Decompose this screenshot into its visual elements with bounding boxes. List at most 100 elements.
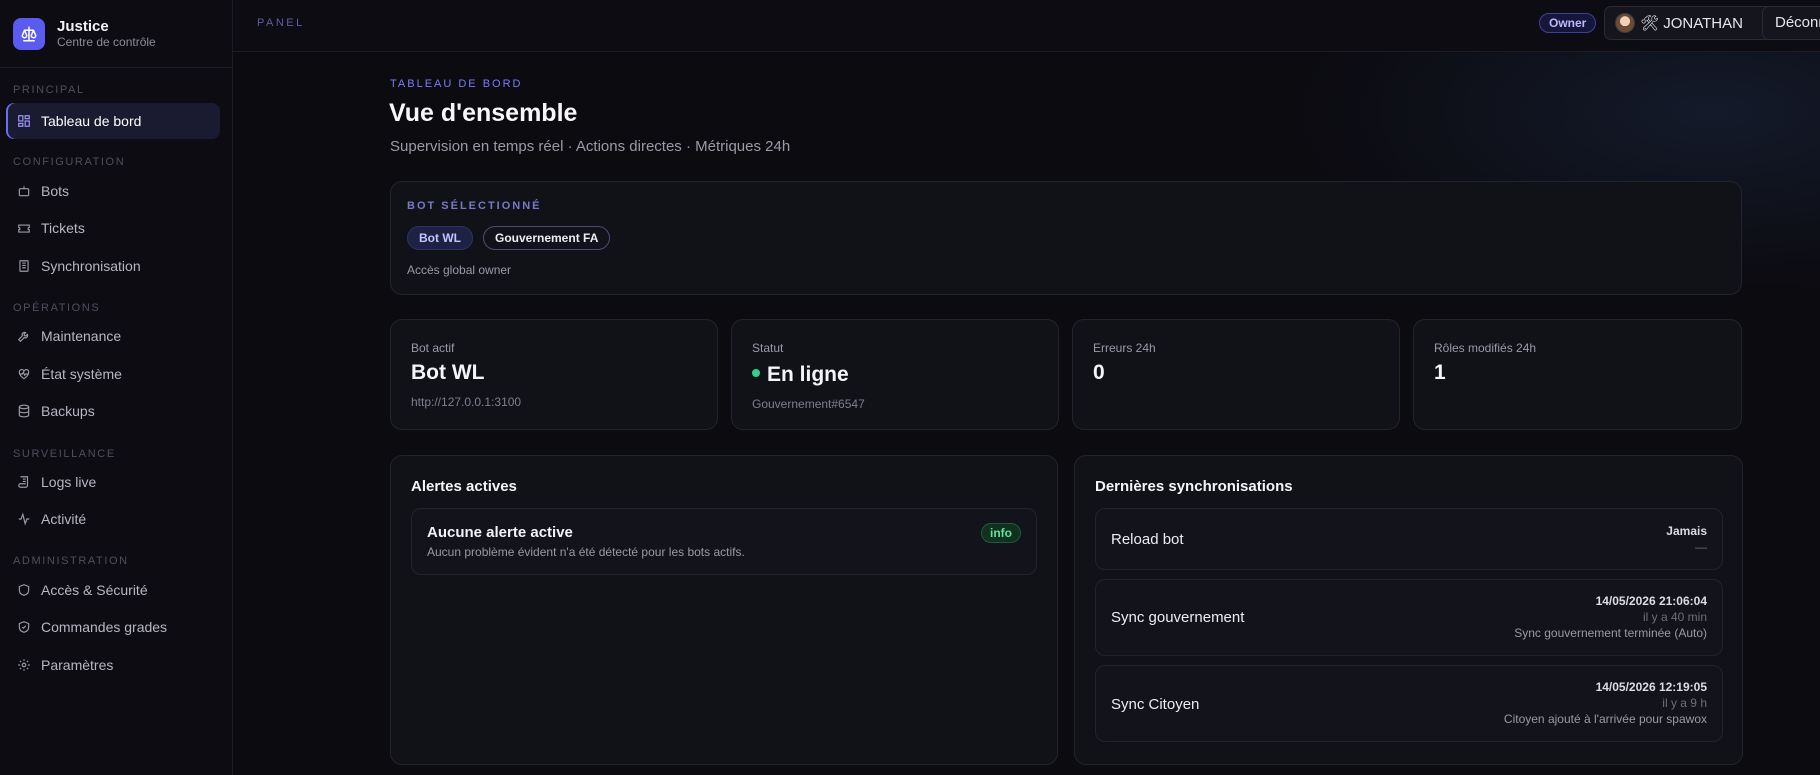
main-content: TABLEAU DE BORD Vue d'ensemble Supervisi… [233, 52, 1820, 775]
nav-section-configuration: CONFIGURATION [13, 156, 126, 168]
sidebar-item-grade-commands[interactable]: Commandes grades [6, 609, 220, 645]
dashboard-icon [17, 114, 31, 128]
scales-icon [13, 17, 45, 50]
sync-note: Sync gouvernement terminée (Auto) [1514, 626, 1707, 640]
sidebar-item-label: Commandes grades [41, 619, 168, 635]
activity-icon [17, 512, 31, 526]
sidebar-item-label: Logs live [41, 474, 97, 490]
avatar [1615, 13, 1635, 33]
selected-bot-note: Accès global owner [407, 263, 512, 277]
wrench-icon [17, 329, 31, 343]
sidebar-item-label: Bots [41, 183, 70, 199]
info-badge: info [981, 523, 1021, 543]
sync-date: Jamais [1666, 524, 1707, 538]
sidebar-item-tickets[interactable]: Tickets [6, 210, 220, 246]
stat-label: Erreurs 24h [1093, 341, 1156, 355]
sidebar-item-label: Tickets [41, 220, 85, 236]
syncs-panel: Dernières synchronisations Reload bot Ja… [1074, 455, 1743, 765]
selected-bot-card: BOT SÉLECTIONNÉ Bot WL Gouvernement FA A… [390, 181, 1742, 295]
nav-section-principal: PRINCIPAL [13, 84, 85, 96]
logout-button[interactable]: Déconnexion [1762, 6, 1820, 40]
sync-item-reload-bot: Reload bot Jamais — [1095, 508, 1723, 570]
stat-sub: http://127.0.0.1:3100 [411, 395, 522, 409]
database-icon [17, 404, 31, 418]
topbar-label: PANEL [257, 17, 305, 29]
sidebar-item-access-security[interactable]: Accès & Sécurité [6, 572, 220, 608]
sidebar-item-logs-live[interactable]: Logs live [6, 464, 220, 500]
sidebar: Justice Centre de contrôle PRINCIPAL Tab… [0, 0, 233, 775]
sidebar-item-label: Activité [41, 511, 87, 527]
bot-pill-bot-wl[interactable]: Bot WL [407, 226, 473, 250]
sidebar-item-maintenance[interactable]: Maintenance [6, 318, 220, 354]
stat-value: 1 [1434, 361, 1446, 384]
brand[interactable]: Justice Centre de contrôle [0, 0, 232, 68]
alerts-title: Alertes actives [411, 478, 517, 495]
brand-subtitle: Centre de contrôle [57, 35, 156, 49]
sidebar-item-system-status[interactable]: État système [6, 356, 220, 392]
scroll-icon [17, 475, 31, 489]
stat-value: 0 [1093, 361, 1105, 384]
sidebar-item-sync[interactable]: Synchronisation [6, 248, 220, 284]
page-title: Vue d'ensemble [389, 99, 578, 127]
brand-title: Justice [57, 18, 109, 35]
gear-icon [17, 658, 31, 672]
sidebar-item-label: Maintenance [41, 328, 122, 344]
sidebar-item-activity[interactable]: Activité [6, 501, 220, 537]
sidebar-item-label: Paramètres [41, 657, 114, 673]
sync-name: Sync Citoyen [1111, 696, 1200, 713]
sync-date: 14/05/2026 12:19:05 [1595, 680, 1707, 694]
ticket-icon [17, 221, 31, 235]
sidebar-item-label: Synchronisation [41, 258, 141, 274]
status-dot-icon [752, 369, 760, 378]
topbar: PANEL Owner 🛠 JONATHAN Déconnexion [233, 0, 1820, 52]
sidebar-item-bots[interactable]: Bots [6, 173, 220, 209]
sync-item-citizen: Sync Citoyen 14/05/2026 12:19:05 il y a … [1095, 665, 1723, 742]
syncs-title: Dernières synchronisations [1095, 478, 1293, 495]
sidebar-item-label: Tableau de bord [41, 113, 142, 129]
sync-note: Citoyen ajouté à l'arrivée pour spawox [1503, 712, 1707, 726]
shield-icon [17, 583, 31, 597]
sync-icon [17, 259, 31, 273]
sync-ago: il y a 9 h [1662, 696, 1707, 710]
sync-ago: il y a 40 min [1642, 610, 1707, 624]
stat-label: Rôles modifiés 24h [1434, 341, 1537, 355]
nav-section-administration: ADMINISTRATION [13, 555, 129, 567]
stat-label: Bot actif [411, 341, 455, 355]
sidebar-item-label: État système [41, 366, 122, 382]
bot-pill-gouvernement-fa[interactable]: Gouvernement FA [483, 226, 611, 250]
stat-value-wrap: En ligne [752, 363, 849, 387]
page-subtitle: Supervision en temps réel · Actions dire… [390, 138, 791, 155]
heart-pulse-icon [17, 367, 31, 381]
stat-value: Bot WL [411, 361, 485, 384]
sync-ago: — [1695, 540, 1707, 554]
sidebar-item-dashboard[interactable]: Tableau de bord [6, 103, 220, 139]
shield-check-icon [17, 620, 31, 634]
stat-card-status: Statut En ligne Gouvernement#6547 [731, 319, 1059, 430]
sidebar-item-backups[interactable]: Backups [6, 393, 220, 429]
stat-sub: Gouvernement#6547 [752, 397, 865, 411]
nav-section-operations: OPÉRATIONS [13, 302, 101, 314]
stat-card-errors: Erreurs 24h 0 [1072, 319, 1400, 430]
sync-name: Sync gouvernement [1111, 609, 1245, 626]
page-eyebrow: TABLEAU DE BORD [390, 78, 523, 90]
sidebar-item-label: Accès & Sécurité [41, 582, 148, 598]
bot-icon [17, 184, 31, 198]
role-badge: Owner [1539, 13, 1597, 33]
alert-title: Aucune alerte active [427, 524, 573, 541]
stat-card-active-bot: Bot actif Bot WL http://127.0.0.1:3100 [390, 319, 718, 430]
alert-item: Aucune alerte active Aucun problème évid… [411, 508, 1037, 575]
alert-description: Aucun problème évident n'a été détecté p… [427, 545, 745, 559]
selected-bot-label: BOT SÉLECTIONNÉ [407, 200, 542, 212]
sidebar-item-label: Backups [41, 403, 95, 419]
user-menu-button[interactable]: 🛠 JONATHAN [1604, 6, 1785, 40]
sync-name: Reload bot [1111, 531, 1184, 548]
sync-item-government: Sync gouvernement 14/05/2026 21:06:04 il… [1095, 579, 1723, 656]
user-name: 🛠 JONATHAN [1640, 15, 1743, 32]
stat-label: Statut [752, 341, 784, 355]
nav-section-surveillance: SURVEILLANCE [13, 448, 116, 460]
sync-date: 14/05/2026 21:06:04 [1595, 594, 1707, 608]
alerts-panel: Alertes actives Aucune alerte active Auc… [390, 455, 1058, 765]
stat-card-roles-modified: Rôles modifiés 24h 1 [1413, 319, 1742, 430]
stat-value: En ligne [767, 363, 849, 386]
sidebar-item-settings[interactable]: Paramètres [6, 647, 220, 683]
